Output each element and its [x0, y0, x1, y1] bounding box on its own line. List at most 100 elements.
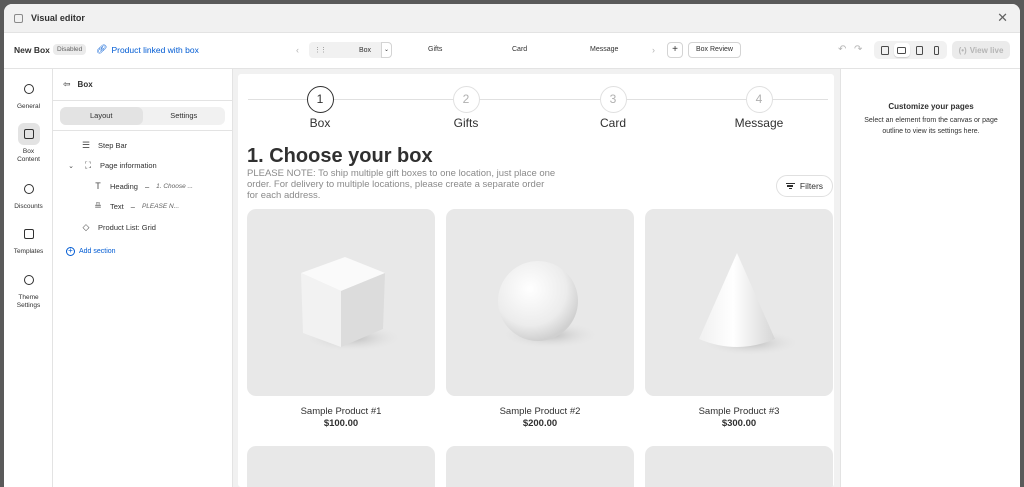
product-image	[446, 209, 634, 396]
redo-icon[interactable]: ↷	[854, 44, 862, 55]
tree-item-preview: 1. Choose ...	[156, 182, 193, 190]
product-card[interactable]: Sample Product #3 $300.00	[645, 209, 833, 429]
rail-item-discounts[interactable]: Discounts	[4, 178, 53, 211]
add-section-label: Add section	[79, 248, 116, 255]
gear-icon	[18, 78, 40, 100]
rail-label: Box Content	[17, 148, 40, 163]
product-card-placeholder[interactable]	[247, 446, 435, 487]
product-card[interactable]: Sample Product #2 $200.00	[446, 209, 634, 429]
tree-item-text[interactable]: ≞ Text – PLEASE N...	[93, 201, 179, 212]
fullscreen-view-icon[interactable]	[877, 43, 893, 57]
tag-icon: ◇	[82, 222, 90, 232]
properties-panel: Customize your pages Select an element f…	[840, 69, 1020, 487]
box-name: New Box	[14, 45, 50, 55]
divider	[53, 100, 233, 101]
product-image	[645, 209, 833, 396]
filters-button[interactable]: Filters	[776, 175, 833, 197]
frame-icon: ⛶	[84, 160, 92, 170]
product-card-placeholder[interactable]	[645, 446, 833, 487]
product-link[interactable]: 🔗︎ Product linked with box	[96, 44, 199, 55]
step-select-value: Box	[358, 46, 372, 54]
cube-image	[301, 256, 401, 352]
link-icon: 🔗︎	[96, 44, 108, 54]
tablet-view-icon[interactable]	[911, 43, 927, 57]
close-icon[interactable]: ✕	[997, 10, 1008, 26]
tab-settings[interactable]: Settings	[143, 107, 226, 125]
add-section-button[interactable]: + Add section	[66, 247, 116, 256]
step-select[interactable]: ⋮⋮ Box ⌄	[309, 42, 392, 58]
step-name: Card	[599, 116, 626, 130]
step-box[interactable]: 1 Box	[290, 86, 350, 130]
product-card[interactable]: Sample Product #1 $100.00	[247, 209, 435, 429]
tree-item-page-information[interactable]: ⌄ ⛶ Page information	[66, 160, 157, 171]
tab-layout[interactable]: Layout	[60, 107, 143, 125]
step-message[interactable]: 4 Message	[729, 86, 789, 130]
product-name: Sample Product #1	[300, 406, 382, 417]
page-heading[interactable]: 1. Choose your box	[247, 145, 433, 168]
rail-item-box-content[interactable]: Box Content	[4, 123, 53, 164]
back-arrow-icon[interactable]: ⇦	[63, 79, 71, 90]
device-switcher	[874, 41, 947, 59]
window-icon	[14, 13, 23, 23]
product-card-placeholder[interactable]	[446, 446, 634, 487]
product-link-label: Product linked with box	[111, 44, 199, 55]
box-icon	[17, 123, 40, 145]
tree-item-label: Step Bar	[98, 141, 128, 150]
box-review-button[interactable]: Box Review	[688, 42, 741, 58]
rail-label: General	[16, 103, 41, 110]
window-title: Visual editor	[31, 13, 85, 23]
tree-item-separator: –	[144, 181, 150, 191]
chevron-down-icon[interactable]: ⌄	[381, 42, 392, 58]
chevron-left-icon[interactable]: ‹	[296, 45, 299, 55]
outline-panel: ⇦ Box Layout Settings ☰ Step Bar ⌄ ⛶ Pag…	[53, 69, 233, 487]
step-tab-gifts[interactable]: Gifts	[428, 46, 442, 53]
rail-label: Templates	[13, 248, 44, 255]
visual-editor-window: Visual editor ✕ New Box Disabled 🔗︎ Prod…	[4, 4, 1020, 487]
add-step-button[interactable]: +	[667, 42, 683, 58]
product-name: Sample Product #2	[499, 406, 581, 417]
eye-icon: (•)	[958, 45, 967, 55]
step-number: 3	[599, 86, 627, 113]
step-name: Box	[309, 116, 331, 130]
undo-icon[interactable]: ↶	[838, 44, 846, 55]
tree-item-label: Page information	[100, 161, 157, 170]
discount-icon	[18, 178, 40, 200]
step-gifts[interactable]: 2 Gifts	[436, 86, 496, 130]
filters-label: Filters	[799, 181, 824, 191]
tree-item-heading[interactable]: T Heading – 1. Choose ...	[93, 181, 193, 191]
product-image	[247, 209, 435, 396]
step-tab-card[interactable]: Card	[512, 46, 527, 53]
filter-icon	[785, 182, 795, 190]
step-name: Message	[734, 116, 784, 130]
step-number: 2	[452, 86, 480, 113]
rail-item-general[interactable]: General	[4, 78, 53, 111]
step-number: 4	[745, 86, 773, 113]
panel-title: Box	[77, 80, 93, 89]
step-tab-message[interactable]: Message	[590, 46, 618, 53]
step-number: 1	[306, 86, 334, 113]
tree-item-product-list[interactable]: ◇ Product List: Grid	[81, 222, 156, 233]
mobile-view-icon[interactable]	[928, 43, 944, 57]
rail-item-theme-settings[interactable]: Theme Settings	[4, 269, 53, 310]
desktop-view-icon[interactable]	[893, 43, 910, 57]
plus-circle-icon: +	[66, 247, 75, 256]
page-note[interactable]: PLEASE NOTE: To ship multiple gift boxes…	[247, 168, 557, 201]
drag-handle-icon[interactable]: ⋮⋮	[314, 46, 327, 54]
view-live-button[interactable]: (•) View live	[952, 41, 1010, 59]
product-price: $200.00	[522, 418, 558, 429]
canvas-area: 1 Box 2 Gifts 3 Card 4 Message 1. Choose…	[233, 69, 840, 487]
step-card[interactable]: 3 Card	[583, 86, 643, 130]
chevron-right-icon[interactable]: ›	[652, 45, 655, 55]
tree-item-separator: –	[130, 202, 135, 211]
chevron-down-icon[interactable]: ⌄	[66, 162, 76, 170]
preview-canvas[interactable]: 1 Box 2 Gifts 3 Card 4 Message 1. Choose…	[238, 74, 834, 487]
rail-item-templates[interactable]: Templates	[4, 223, 53, 256]
panel-tabs: Layout Settings	[60, 107, 225, 125]
template-icon	[18, 223, 40, 245]
product-name: Sample Product #3	[698, 406, 780, 417]
paragraph-icon: ≞	[94, 201, 102, 211]
title-bar: Visual editor ✕	[4, 4, 1020, 33]
rail-label: Theme Settings	[16, 294, 41, 309]
tree-item-step-bar[interactable]: ☰ Step Bar	[81, 140, 127, 151]
top-toolbar: New Box Disabled 🔗︎ Product linked with …	[4, 33, 1020, 69]
